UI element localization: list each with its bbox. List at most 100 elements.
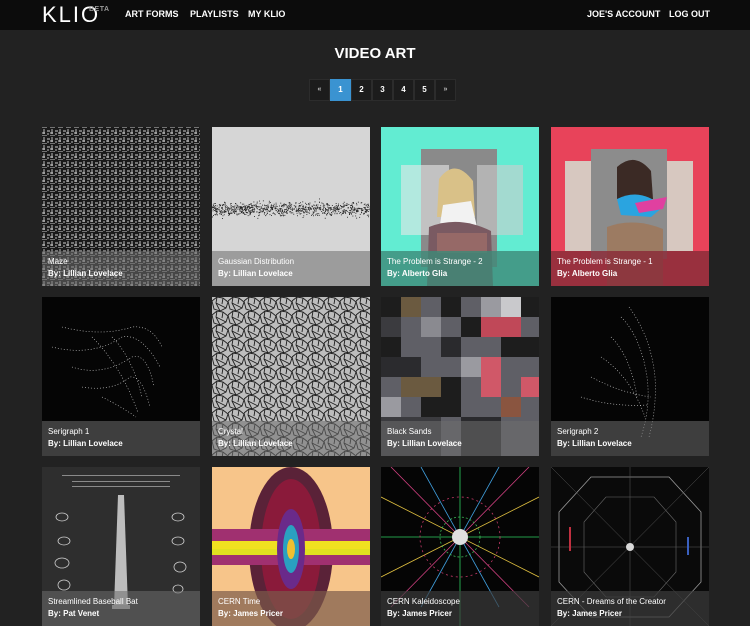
gaussian-dot [297, 213, 298, 214]
art-tile-serigraph-2[interactable]: Serigraph 2 By: Lillian Lovelace [551, 297, 709, 456]
gaussian-dot [245, 205, 246, 206]
art-tile-gaussian[interactable]: Gaussian Distribution By: Lillian Lovela… [212, 127, 370, 286]
nav-playlists[interactable]: PLAYLISTS [190, 9, 239, 19]
gaussian-dot [240, 213, 241, 214]
gaussian-dot [215, 214, 216, 215]
gaussian-dot [254, 216, 255, 217]
gaussian-dot [251, 212, 252, 213]
gaussian-dot [236, 214, 237, 215]
gaussian-dot [222, 218, 223, 219]
gaussian-dot [335, 207, 336, 208]
art-tile-cern-kaleidoscope[interactable]: CERN Kaleidoscope By: James Pricer [381, 467, 539, 626]
gaussian-dot [358, 208, 359, 209]
gaussian-dot [243, 204, 244, 205]
gaussian-dot [351, 214, 352, 215]
gaussian-dot [263, 209, 264, 210]
gaussian-dot [283, 212, 284, 213]
pagination-page-5[interactable]: 5 [414, 79, 435, 101]
pagination-page-3[interactable]: 3 [372, 79, 393, 101]
gaussian-dot [225, 202, 226, 203]
gaussian-dot [286, 211, 287, 212]
pagination-page-1[interactable]: 1 [330, 79, 351, 101]
gaussian-dot [262, 212, 263, 213]
gaussian-dot [263, 208, 264, 209]
gaussian-dot [319, 215, 320, 216]
gaussian-dot [325, 213, 326, 214]
gaussian-dot [352, 207, 353, 208]
nav-account[interactable]: JOE'S ACCOUNT [587, 9, 660, 19]
gaussian-dot [279, 206, 280, 207]
pagination-page-4[interactable]: 4 [393, 79, 414, 101]
gaussian-dot [247, 207, 248, 208]
gaussian-dot [288, 209, 289, 210]
gaussian-dot [212, 207, 213, 208]
tile-title: Streamlined Baseball Bat [48, 597, 138, 606]
pagination-page-2[interactable]: 2 [351, 79, 372, 101]
gaussian-dot [309, 213, 310, 214]
gaussian-dot [350, 212, 351, 213]
gaussian-dot [368, 215, 369, 216]
gaussian-dot [333, 207, 334, 208]
gaussian-dot [263, 210, 264, 211]
gaussian-dot [327, 204, 328, 205]
gaussian-dot [270, 202, 271, 203]
gaussian-dot [234, 211, 235, 212]
gaussian-dot [307, 211, 308, 212]
gaussian-dot [230, 208, 231, 209]
gaussian-dot [314, 205, 315, 206]
gaussian-dot [228, 209, 229, 210]
pagination-prev[interactable]: « [309, 79, 330, 101]
pagination-next[interactable]: » [435, 79, 456, 101]
gaussian-dot [223, 215, 224, 216]
gaussian-dot [297, 215, 298, 216]
gaussian-dot [265, 209, 266, 210]
gaussian-dot [234, 209, 235, 210]
gaussian-dot [300, 206, 301, 207]
art-tile-maze[interactable]: Maze By: Lillian Lovelace [42, 127, 200, 286]
art-tile-crystal[interactable]: Crystal By: Lillian Lovelace [212, 297, 370, 456]
gaussian-dot [231, 213, 232, 214]
art-tile-problem-strange-2[interactable]: The Problem is Strange - 2 By: Alberto G… [381, 127, 539, 286]
gaussian-dot [250, 204, 251, 205]
gaussian-dot [312, 206, 313, 207]
gaussian-dot [274, 213, 275, 214]
gaussian-dot [269, 203, 270, 204]
art-tile-black-sands[interactable]: Black Sands By: Lillian Lovelace [381, 297, 539, 456]
gaussian-dot [343, 213, 344, 214]
gaussian-dot [241, 208, 242, 209]
gaussian-dot [286, 208, 287, 209]
gaussian-dot [259, 209, 260, 210]
gaussian-dot [331, 209, 332, 210]
art-tile-cern-dreams[interactable]: CERN - Dreams of the Creator By: James P… [551, 467, 709, 626]
gaussian-dot [319, 207, 320, 208]
gaussian-dot [326, 209, 327, 210]
gaussian-dot [345, 205, 346, 206]
gaussian-dot [294, 209, 295, 210]
gaussian-dot [359, 208, 360, 209]
gaussian-dot [330, 210, 331, 211]
gaussian-dot [243, 206, 244, 207]
gaussian-dot [332, 205, 333, 206]
gaussian-dot [345, 210, 346, 211]
nav-my-klio[interactable]: MY KLIO [248, 9, 285, 19]
gaussian-dot [354, 208, 355, 209]
gaussian-dot [336, 207, 337, 208]
nav-art-forms[interactable]: ART FORMS [125, 9, 179, 19]
gaussian-dot [333, 210, 334, 211]
gaussian-dot [323, 203, 324, 204]
gaussian-dot [290, 209, 291, 210]
gaussian-dot [356, 210, 357, 211]
art-tile-problem-strange-1[interactable]: The Problem is Strange - 1 By: Alberto G… [551, 127, 709, 286]
gaussian-dot [368, 205, 369, 206]
gaussian-dot [331, 212, 332, 213]
gaussian-dot [214, 208, 215, 209]
art-tile-serigraph-1[interactable]: Serigraph 1 By: Lillian Lovelace [42, 297, 200, 456]
nav-logout[interactable]: LOG OUT [669, 9, 710, 19]
gaussian-dot [292, 208, 293, 209]
gaussian-dot [333, 211, 334, 212]
gaussian-dot [320, 207, 321, 208]
art-tile-cern-time[interactable]: CERN Time By: James Pricer [212, 467, 370, 626]
gaussian-dot [353, 210, 354, 211]
gaussian-dot [246, 205, 247, 206]
art-tile-baseball-bat[interactable]: Streamlined Baseball Bat By: Pat Venet [42, 467, 200, 626]
